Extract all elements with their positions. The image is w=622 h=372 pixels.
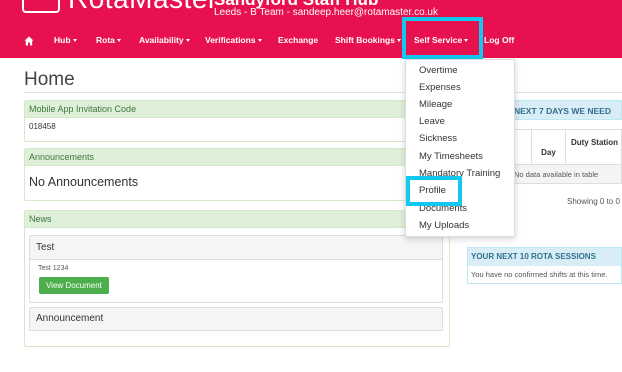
- self-service-highlight: [402, 17, 483, 59]
- invitation-panel: Mobile App Invitation Code 018458: [24, 100, 450, 142]
- announcements-panel: Announcements No Announcements: [24, 148, 450, 201]
- profile-highlight: [406, 176, 462, 206]
- menu-item-expenses[interactable]: Expenses: [419, 82, 461, 93]
- news-item-title[interactable]: Test: [30, 236, 442, 260]
- self-service-dropdown: Overtime Expenses Mileage Leave Sickness…: [405, 59, 515, 237]
- rota-sessions-heading: YOUR NEXT 10 ROTA SESSIONS: [468, 248, 621, 266]
- announcements-text: No Announcements: [29, 175, 139, 189]
- view-document-button[interactable]: View Document: [39, 277, 109, 294]
- nav-verifications[interactable]: Verifications: [205, 28, 262, 52]
- top-header: RotaMaster Sandyford Staff Hub Leeds - B…: [0, 0, 622, 58]
- news-item-title[interactable]: Announcement: [30, 308, 442, 330]
- news-panel: News Test Test 1234 View Document Announ…: [24, 210, 450, 347]
- menu-item-leave[interactable]: Leave: [419, 116, 445, 127]
- main-nav: Hub Rota Availability Verifications Exch…: [0, 28, 622, 52]
- home-icon[interactable]: [24, 28, 34, 52]
- page-title: Home: [24, 69, 75, 90]
- table-info: Showing 0 to 0: [567, 197, 620, 206]
- divider: [24, 92, 622, 93]
- column-header-day[interactable]: Day: [531, 130, 565, 166]
- chevron-down-icon: [185, 39, 190, 43]
- news-item-announcement: Announcement: [29, 307, 443, 331]
- menu-item-my-timesheets[interactable]: My Timesheets: [419, 151, 483, 162]
- news-heading: News: [25, 211, 449, 228]
- invitation-code: 018458: [29, 122, 56, 131]
- menu-item-sickness[interactable]: Sickness: [419, 133, 457, 144]
- chevron-down-icon: [396, 39, 401, 43]
- nav-shift-bookings[interactable]: Shift Bookings: [335, 28, 401, 52]
- rota-sessions-text: You have no confirmed shifts at this tim…: [471, 270, 608, 279]
- nav-rota[interactable]: Rota: [96, 28, 121, 52]
- nav-exchange[interactable]: Exchange: [278, 28, 318, 52]
- chevron-down-icon: [116, 39, 121, 43]
- column-header-duty-station[interactable]: Duty Station: [565, 130, 622, 166]
- chevron-down-icon: [72, 39, 77, 43]
- logo-mark-icon: [22, 0, 60, 13]
- news-item-text: Test 1234: [38, 265, 69, 272]
- menu-item-my-uploads[interactable]: My Uploads: [419, 220, 469, 231]
- nav-availability[interactable]: Availability: [139, 28, 190, 52]
- logo[interactable]: RotaMaster: [22, 0, 218, 14]
- logo-text: RotaMaster: [68, 0, 218, 15]
- rota-sessions-panel: YOUR NEXT 10 ROTA SESSIONS You have no c…: [467, 247, 622, 284]
- nav-hub[interactable]: Hub: [54, 28, 77, 52]
- chevron-down-icon: [257, 39, 262, 43]
- announcements-heading: Announcements: [25, 149, 449, 166]
- invitation-heading: Mobile App Invitation Code: [25, 101, 449, 118]
- menu-item-mileage[interactable]: Mileage: [419, 99, 452, 110]
- nav-log-off[interactable]: Log Off: [484, 28, 514, 52]
- menu-item-overtime[interactable]: Overtime: [419, 65, 458, 76]
